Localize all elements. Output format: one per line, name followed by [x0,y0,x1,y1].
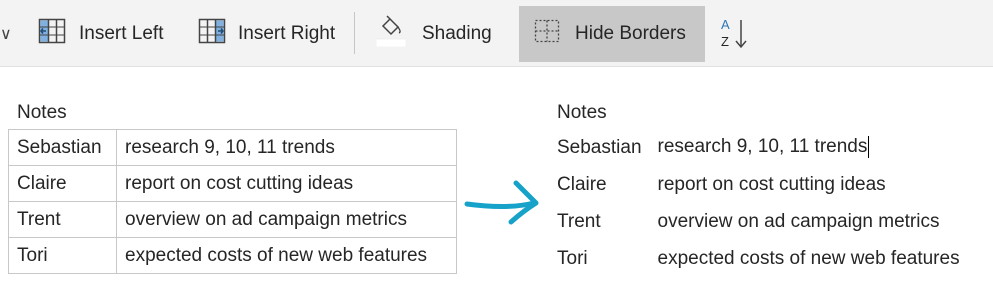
hide-borders-icon [533,17,561,51]
insert-right-label: Insert Right [238,23,336,44]
right-notes-title: Notes [557,102,607,123]
borderless-notes-table: Sebastian research 9, 10, 11 trends Clai… [549,129,968,277]
sort-icon: A Z [720,17,752,51]
insert-left-icon [38,17,66,51]
name-cell[interactable]: Sebastian [549,129,650,166]
task-cell[interactable]: research 9, 10, 11 trends [650,129,968,166]
bordered-notes-table: Sebastian research 9, 10, 11 trends Clai… [8,129,457,274]
table-row: Sebastian research 9, 10, 11 trends [8,129,457,166]
table-row: Tori expected costs of new web features [8,237,457,274]
paint-bucket-icon [375,15,407,53]
sort-button[interactable]: A Z [714,6,758,62]
name-cell[interactable]: Claire [549,166,650,203]
arrow-right-icon [464,176,544,231]
table-row: Trent overview on ad campaign metrics [549,203,968,240]
ribbon-toolbar: ∨ Insert Left Insert Right Shading Hide … [0,0,993,67]
task-cell[interactable]: report on cost cutting ideas [650,166,968,203]
name-cell[interactable]: Trent [8,201,117,238]
table-row: Claire report on cost cutting ideas [549,166,968,203]
table-row: Trent overview on ad campaign metrics [8,201,457,238]
name-cell[interactable]: Tori [8,237,117,274]
insert-right-icon [198,17,226,51]
sort-a-glyph: A [721,17,730,32]
insert-left-label: Insert Left [79,23,164,44]
hide-borders-button[interactable]: Hide Borders [519,6,705,62]
table-row: Claire report on cost cutting ideas [8,165,457,202]
insert-right-button[interactable]: Insert Right [190,6,350,62]
shading-label: Shading [422,23,492,44]
table-row: Tori expected costs of new web features [549,240,968,277]
ribbon-separator [354,12,355,54]
task-cell[interactable]: overview on ad campaign metrics [116,201,457,238]
name-cell[interactable]: Trent [549,203,650,240]
name-cell[interactable]: Tori [549,240,650,277]
task-cell[interactable]: expected costs of new web features [116,237,457,274]
chevron-down-icon[interactable]: ∨ [0,24,12,44]
insert-left-button[interactable]: Insert Left [30,6,180,62]
shading-button[interactable]: Shading [368,6,510,62]
task-cell[interactable]: report on cost cutting ideas [116,165,457,202]
task-cell[interactable]: expected costs of new web features [650,240,968,277]
left-notes-title: Notes [17,102,67,123]
sort-z-glyph: Z [721,34,729,49]
task-cell[interactable]: research 9, 10, 11 trends [116,129,457,166]
task-cell[interactable]: overview on ad campaign metrics [650,203,968,240]
name-cell[interactable]: Claire [8,165,117,202]
hide-borders-label: Hide Borders [575,23,686,44]
task-text: research 9, 10, 11 trends [657,136,868,158]
text-cursor [868,136,870,159]
table-row: Sebastian research 9, 10, 11 trends [549,129,968,166]
name-cell[interactable]: Sebastian [8,129,117,166]
